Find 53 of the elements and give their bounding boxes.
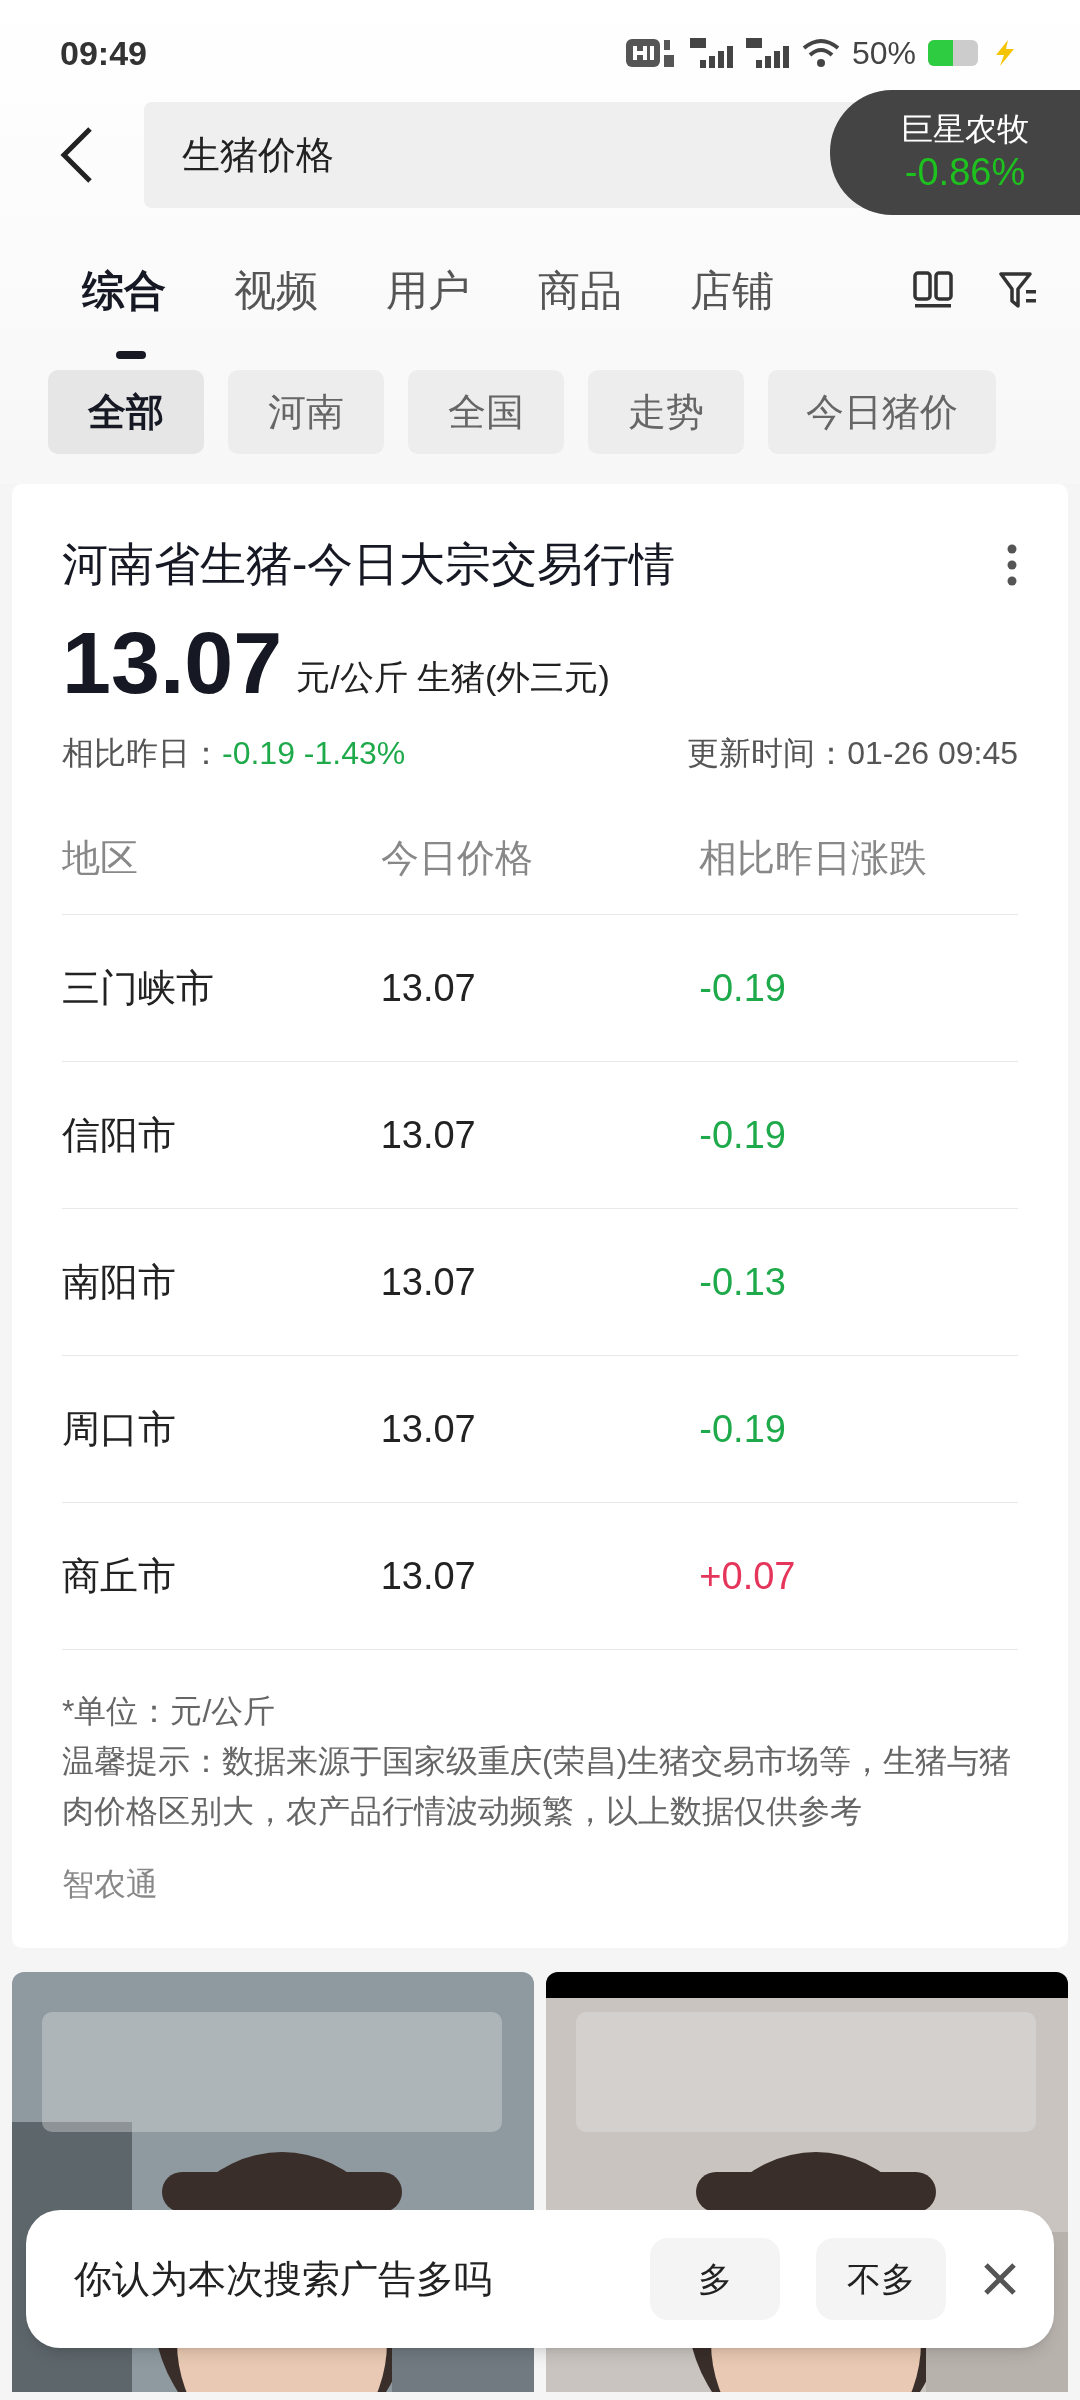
signal-icon: [745, 36, 790, 70]
battery-icon: [928, 40, 978, 66]
survey-option[interactable]: 不多: [816, 2238, 946, 2320]
survey-option[interactable]: 多: [650, 2238, 780, 2320]
stock-ticker-toast[interactable]: 巨星农牧 -0.86%: [830, 90, 1080, 215]
table-cell-text: 13.07: [380, 1406, 477, 1452]
table-cell-text: 13.07: [380, 965, 477, 1011]
table-cell-text: +0.07: [699, 1553, 797, 1599]
stock-change: -0.86%: [904, 149, 1026, 195]
wifi-icon: [801, 38, 840, 68]
tab-indicator: [116, 350, 146, 359]
layout-icon[interactable]: [912, 270, 954, 310]
tab[interactable]: 用户: [386, 258, 470, 322]
unit-note: *单位：元/公斤: [62, 1692, 277, 1731]
tab[interactable]: 综合: [82, 258, 166, 322]
compare-value: -0.19 -1.43%: [222, 734, 406, 773]
notice-text: 温馨提示：数据来源于国家级重庆(荣昌)生猪交易市场等，生猪与猪肉价格区别大，农产品行情波动频繁，以上数据仅供参考: [62, 1742, 1013, 1831]
compare-label: 相比昨日：: [62, 734, 222, 773]
table-cell-text: 商丘市: [62, 1553, 177, 1599]
table-cell-text: -0.19: [699, 1112, 787, 1158]
source-text: 智农通: [62, 1865, 159, 1904]
tab[interactable]: 商品: [538, 258, 622, 322]
table-cell-text: 信阳市: [62, 1112, 177, 1158]
table-cell-text: 13.07: [380, 1259, 477, 1305]
price-value: 13.07: [62, 619, 283, 707]
table-cell-text: 周口市: [62, 1406, 177, 1452]
table-cell-text: -0.19: [699, 1406, 787, 1452]
price-unit: 元/公斤 生猪(外三元): [296, 657, 610, 698]
table-cell-text: -0.13: [699, 1259, 787, 1305]
table-cell-text: 13.07: [380, 1553, 477, 1599]
tab[interactable]: 视频: [234, 258, 318, 322]
column-header: 相比昨日涨跌: [699, 836, 929, 881]
filter-chip[interactable]: 全部: [48, 370, 204, 454]
more-icon[interactable]: [1006, 542, 1018, 587]
status-time: 09:49: [60, 32, 147, 74]
filter-chip[interactable]: 河南: [228, 370, 384, 454]
column-header: 地区: [62, 836, 139, 881]
survey-question: 你认为本次搜索广告多吗: [74, 2256, 493, 2302]
close-icon[interactable]: [982, 2261, 1018, 2297]
update-time: 更新时间：01-26 09:45: [687, 734, 1018, 773]
battery-percent: 50%: [851, 34, 916, 73]
filter-chip[interactable]: 今日猪价: [768, 370, 996, 454]
stock-name: 巨星农牧: [901, 109, 1029, 149]
table-cell-text: 13.07: [380, 1112, 477, 1158]
column-header: 今日价格: [380, 836, 534, 881]
tab[interactable]: 店铺: [690, 258, 774, 322]
filter-chip[interactable]: 走势: [588, 370, 744, 454]
table-cell-text: -0.19: [699, 965, 787, 1011]
signal-icon: [689, 36, 734, 70]
card-title: 河南省生猪-今日大宗交易行情: [62, 537, 676, 592]
filter-chip[interactable]: 全国: [408, 370, 564, 454]
table-cell-text: 三门峡市: [62, 965, 215, 1011]
table-cell-text: 南阳市: [62, 1259, 177, 1305]
